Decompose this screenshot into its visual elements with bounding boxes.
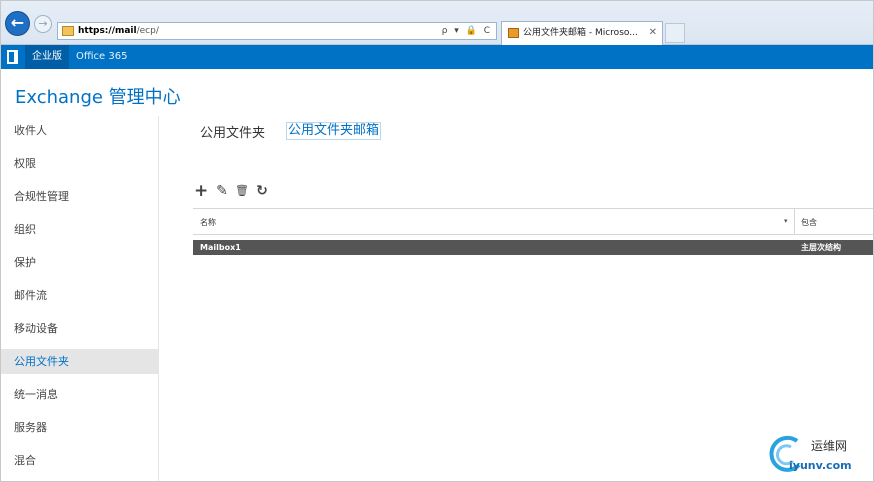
tab-public-folder-mailboxes[interactable]: 公用文件夹邮箱	[286, 122, 382, 140]
row-name-cell: Mailbox1	[200, 243, 241, 252]
row-contains-cell: 主层次结构	[801, 243, 841, 252]
url-host: https://mail	[78, 26, 137, 36]
address-bar[interactable]: https://mail/ecp/ ρ ▾ 🔒 C	[57, 22, 497, 40]
nav-item-mobile[interactable]: 移动设备	[1, 316, 159, 341]
office-logo-icon[interactable]	[7, 50, 18, 64]
page-title: Exchange 管理中心	[15, 87, 181, 108]
nav-item-unified-messaging[interactable]: 统一消息	[1, 382, 159, 407]
address-tools[interactable]: ρ ▾ 🔒 C	[442, 23, 492, 39]
office-bar: 企业版 Office 365	[1, 45, 873, 69]
browser-tab[interactable]: 公用文件夹邮箱 - Microso... ✕	[501, 21, 663, 45]
tab-title: 公用文件夹邮箱 - Microso...	[523, 28, 638, 38]
column-header-name[interactable]: 名称	[200, 217, 216, 228]
page-icon	[62, 26, 74, 36]
delete-icon[interactable]: 🗑	[235, 183, 249, 199]
tab-close-icon[interactable]: ✕	[649, 22, 657, 44]
url-path: /ecp/	[136, 26, 159, 36]
nav-item-servers[interactable]: 服务器	[1, 415, 159, 440]
nav-item-protection[interactable]: 保护	[1, 250, 159, 275]
favicon-icon	[508, 28, 519, 38]
nav-item-organization[interactable]: 组织	[1, 217, 159, 242]
nav-enterprise[interactable]: 企业版	[25, 45, 69, 69]
nav-item-hybrid[interactable]: 混合	[1, 448, 159, 473]
watermark-text-cn: 运维网	[811, 439, 848, 453]
browser-toolbar: ← → https://mail/ecp/ ρ ▾ 🔒 C 公用文件夹邮箱 - …	[1, 1, 873, 45]
add-icon[interactable]: +	[194, 183, 208, 200]
tab-public-folders[interactable]: 公用文件夹	[200, 122, 265, 141]
nav-item-recipients[interactable]: 收件人	[1, 118, 159, 143]
edit-icon[interactable]: ✎	[215, 183, 229, 199]
back-button[interactable]: ←	[5, 11, 30, 36]
forward-button[interactable]: →	[34, 15, 52, 33]
watermark-text-en: iyunv.com	[789, 459, 852, 472]
sort-arrow-icon[interactable]: ▾	[784, 217, 788, 225]
nav-item-compliance[interactable]: 合规性管理	[1, 184, 159, 209]
nav-item-permissions[interactable]: 权限	[1, 151, 159, 176]
nav-item-mail-flow[interactable]: 邮件流	[1, 283, 159, 308]
column-divider	[794, 209, 795, 234]
refresh-icon[interactable]: ↻	[255, 183, 269, 199]
watermark: 运维网 iyunv.com	[767, 433, 873, 479]
new-tab-button[interactable]	[665, 23, 685, 43]
grid-header: 名称 ▾ 包含	[193, 208, 873, 235]
table-row[interactable]: Mailbox1 主层次结构	[193, 240, 873, 255]
nav-item-public-folders[interactable]: 公用文件夹	[1, 349, 159, 374]
nav-office-365[interactable]: Office 365	[71, 45, 132, 69]
screenshot-frame: ← → https://mail/ecp/ ρ ▾ 🔒 C 公用文件夹邮箱 - …	[0, 0, 874, 482]
column-header-contains[interactable]: 包含	[801, 217, 817, 228]
left-navigation: 收件人 权限 合规性管理 组织 保护 邮件流 移动设备 公用文件夹 统一消息 服…	[1, 116, 159, 481]
address-url: https://mail/ecp/	[78, 23, 159, 39]
